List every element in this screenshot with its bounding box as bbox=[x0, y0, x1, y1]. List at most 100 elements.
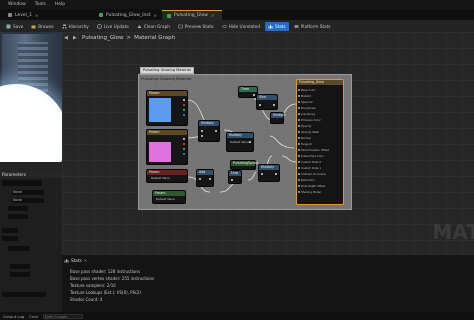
lerp-node[interactable]: Lerp bbox=[228, 170, 242, 184]
multiply-node[interactable]: Multiply bbox=[198, 120, 220, 142]
close-icon[interactable]: ✕ bbox=[211, 13, 214, 18]
node-title: Param bbox=[153, 191, 185, 196]
output-pin[interactable] bbox=[183, 138, 185, 140]
output-pin[interactable] bbox=[249, 141, 251, 143]
back-icon[interactable]: ◀ bbox=[64, 35, 70, 41]
add-node[interactable]: Add bbox=[196, 169, 214, 187]
details-field[interactable]: None bbox=[12, 190, 44, 195]
input-pin[interactable] bbox=[298, 113, 300, 115]
comment-title-box[interactable]: Pulsating Glowing Material bbox=[140, 67, 194, 74]
stats-tab[interactable]: Stats ✕ bbox=[64, 257, 87, 264]
close-icon[interactable]: ✕ bbox=[84, 258, 88, 263]
param-node-4[interactable]: Param Default Value bbox=[152, 190, 186, 204]
input-pin[interactable] bbox=[298, 137, 300, 139]
console-command-input[interactable]: Enter Console Command bbox=[42, 313, 83, 320]
details-search-input[interactable] bbox=[2, 180, 42, 186]
input-pin[interactable] bbox=[298, 89, 300, 91]
output-pin[interactable] bbox=[215, 130, 217, 132]
time-node[interactable]: Time bbox=[238, 86, 258, 98]
input-pin[interactable] bbox=[298, 107, 300, 109]
output-pin[interactable] bbox=[275, 173, 277, 175]
sine-node[interactable]: Sine bbox=[256, 94, 278, 110]
param-node-blue[interactable]: Param bbox=[146, 90, 188, 126]
live-update-button[interactable]: Live Update bbox=[94, 22, 132, 31]
input-pin[interactable] bbox=[298, 143, 300, 145]
menu-item-window[interactable]: Window bbox=[8, 2, 26, 7]
details-field[interactable] bbox=[2, 292, 46, 297]
material-output-node[interactable]: Pulsating_Glow Base Color Metallic Specu… bbox=[296, 79, 344, 205]
input-pin[interactable] bbox=[231, 179, 233, 181]
input-pin[interactable] bbox=[298, 101, 300, 103]
tab-material[interactable]: Pulsating_Glow ✕ bbox=[162, 10, 222, 20]
input-pin[interactable] bbox=[201, 130, 203, 132]
output-log-button[interactable]: Output Log bbox=[3, 314, 24, 319]
toolbar: Save Browse Hierarchy Live Update Clean … bbox=[0, 20, 474, 32]
preview-state-button[interactable]: Preview State bbox=[175, 22, 217, 31]
multiply-node-2[interactable]: Multiply Default Value bbox=[226, 132, 254, 152]
pin-label: Custom Data 1 bbox=[301, 166, 322, 170]
param-node-3[interactable]: Param Default Value bbox=[146, 169, 188, 183]
input-pin[interactable] bbox=[261, 173, 263, 175]
hierarchy-button[interactable]: Hierarchy bbox=[59, 22, 92, 31]
close-icon[interactable]: ✕ bbox=[35, 13, 38, 18]
input-pin[interactable] bbox=[298, 161, 300, 163]
menu-item-tools[interactable]: Tools bbox=[35, 2, 46, 7]
output-pin[interactable] bbox=[183, 148, 185, 150]
hide-unrelated-button[interactable]: Hide Unrelated bbox=[219, 22, 263, 31]
input-pin[interactable] bbox=[298, 155, 300, 157]
input-pin[interactable] bbox=[298, 179, 300, 181]
output-pin[interactable] bbox=[183, 153, 185, 155]
input-pin[interactable] bbox=[298, 191, 300, 193]
multiply-node-3[interactable]: Multiply bbox=[258, 164, 280, 182]
output-pin[interactable] bbox=[273, 104, 275, 106]
input-pin[interactable] bbox=[259, 104, 261, 106]
details-field[interactable] bbox=[8, 246, 30, 251]
close-icon[interactable]: ✕ bbox=[154, 13, 157, 18]
details-field[interactable] bbox=[2, 236, 18, 241]
clean-graph-button[interactable]: Clean Graph bbox=[134, 22, 173, 31]
details-field[interactable] bbox=[10, 264, 30, 269]
details-field[interactable]: None bbox=[12, 198, 44, 203]
input-pin[interactable] bbox=[298, 131, 300, 133]
pin-label: World Position Offset bbox=[301, 148, 329, 152]
details-field[interactable] bbox=[2, 228, 18, 233]
input-pin[interactable] bbox=[298, 95, 300, 97]
node-title: Sine bbox=[257, 95, 277, 100]
preview-viewport[interactable] bbox=[0, 32, 62, 162]
stats-icon bbox=[64, 259, 69, 263]
input-pin[interactable] bbox=[298, 185, 300, 187]
details-field[interactable] bbox=[8, 206, 28, 211]
input-pin[interactable] bbox=[298, 119, 300, 121]
breadcrumb-asset[interactable]: Pulsating_Glow bbox=[82, 35, 124, 41]
pulse-speed-node[interactable]: PulsatingSpeed bbox=[230, 160, 258, 170]
output-pin[interactable] bbox=[183, 104, 185, 106]
stat-line: Shader Count: 4 bbox=[70, 297, 103, 302]
param-node-pink[interactable]: Param bbox=[146, 129, 188, 165]
input-pin[interactable] bbox=[298, 125, 300, 127]
browse-button[interactable]: Browse bbox=[28, 22, 56, 31]
menu-item-help[interactable]: Help bbox=[55, 2, 65, 7]
output-pin[interactable] bbox=[253, 94, 255, 96]
tab-level[interactable]: Level_1 ✕ bbox=[3, 10, 43, 20]
details-field[interactable] bbox=[10, 272, 30, 277]
input-pin[interactable] bbox=[201, 135, 203, 137]
stats-button[interactable]: Stats bbox=[265, 21, 289, 31]
output-pin[interactable] bbox=[183, 114, 185, 116]
output-pin[interactable] bbox=[183, 109, 185, 111]
input-pin[interactable] bbox=[298, 167, 300, 169]
input-pin[interactable] bbox=[298, 173, 300, 175]
details-field[interactable] bbox=[8, 214, 28, 219]
pin-label: Metallic bbox=[301, 94, 312, 98]
cmd-label[interactable]: Cmd bbox=[29, 314, 38, 319]
output-pin[interactable] bbox=[209, 178, 211, 180]
forward-icon[interactable]: ▶ bbox=[73, 35, 79, 41]
platform-stats-button[interactable]: Platform Stats bbox=[291, 22, 334, 31]
small-node[interactable]: Multiply bbox=[270, 112, 286, 124]
output-pin[interactable] bbox=[183, 143, 185, 145]
save-button[interactable]: Save bbox=[3, 22, 26, 31]
input-pin[interactable] bbox=[298, 149, 300, 151]
tab-material-instance[interactable]: Pulsating_Glow_Inst ✕ bbox=[94, 10, 162, 20]
input-pin[interactable] bbox=[199, 178, 201, 180]
material-graph[interactable]: ◀ ▶ Pulsating_Glow > Material Graph MAT … bbox=[62, 32, 474, 254]
output-pin[interactable] bbox=[183, 99, 185, 101]
